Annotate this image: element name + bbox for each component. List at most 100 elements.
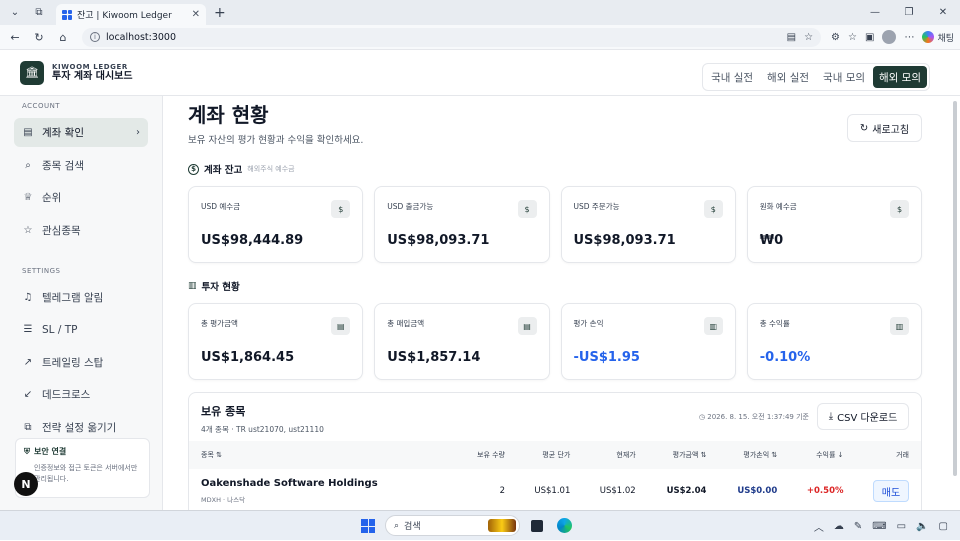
restore-icon[interactable]: ❐ [892,0,926,25]
copilot-button[interactable]: 채팅 [922,31,954,44]
edge-icon[interactable] [557,518,572,533]
card-value: US$98,093.71 [387,233,490,248]
taskbar-search-placeholder: 검색 [404,522,421,532]
holding-eval: US$2.04 [666,486,707,496]
investment-section-heading: ▥ 투자 현황 [188,279,922,293]
card-pnl: 평가 손익 ▥ -US$1.95 [560,303,736,380]
reload-icon[interactable]: ↻ [30,31,48,44]
col-action: 거래 [896,451,909,459]
extensions-icon[interactable]: ⚙ [831,32,840,43]
taskbar-search[interactable]: ⌕ 검색 [385,515,520,536]
sidebar-item-dead-cross[interactable]: ↙ 데드크로스 [14,380,148,409]
tab-title: 잔고 | Kiwoom Ledger [77,11,172,21]
sidebar-item-telegram[interactable]: ♫ 텔레그램 알림 [14,283,148,312]
star-icon: ☆ [23,224,33,236]
workspaces-icon[interactable]: ⧉ [28,3,50,23]
sidebar: ACCOUNT ▤ 계좌 확인 › ⌕ 종목 검색 ♕ 순위 ☆ 관심종목 SE… [0,96,163,510]
security-desc-line-1: 인증정보와 접근 토큰은 서버에서만 [34,464,138,472]
dollar-icon: $ [517,200,537,218]
sidebar-item-sltp[interactable]: ☰ SL / TP [14,315,148,344]
col-avg: 평균 단가 [542,451,571,459]
sidebar-item-trailing-stop[interactable]: ↗ 트레일링 스탑 [14,348,148,377]
cloud-icon[interactable]: ☁ [834,521,844,532]
card-value: ₩0 [759,233,784,248]
chevron-up-icon[interactable]: ︿ [814,519,824,534]
sidebar-item-account[interactable]: ▤ 계좌 확인 › [14,118,148,147]
profile-avatar[interactable] [882,30,897,44]
holding-name: Oakenshade Software Holdings [201,478,378,489]
close-window-icon[interactable]: ✕ [926,0,960,25]
pen-icon[interactable]: ✎ [854,521,862,532]
keyboard-icon[interactable]: ⌨ [872,521,886,532]
chevron-right-icon: › [136,127,140,138]
favorites-icon[interactable]: ☆ [848,32,857,43]
windows-start-icon[interactable] [361,519,375,533]
col-pnl[interactable]: 평가손익 ⇅ [718,441,789,469]
sidebar-item-label: 종목 검색 [42,159,84,172]
system-tray: ︿ ☁ ✎ ⌨ ▭ 🔈 ▢ [814,511,948,541]
sliders-icon: ☰ [23,324,33,335]
card-usd-deposit: USD 예수금 $ US$98,444.89 [188,186,364,263]
card-usd-withdrawable: USD 출금가능 $ US$98,093.71 [374,186,550,263]
task-view-icon[interactable] [531,520,543,532]
account-heading: ACCOUNT [22,102,61,110]
sidebar-item-search[interactable]: ⌕ 종목 검색 [14,151,148,180]
settings-heading: SETTINGS [22,266,61,275]
mode-domestic-live[interactable]: 국내 실전 [705,66,759,88]
card-label: 총 수익률 [759,319,790,328]
wallet-icon: ▤ [331,317,351,335]
csv-download-button[interactable]: ⤓ CSV 다운로드 [817,403,909,430]
next-dev-badge[interactable]: N [14,472,38,496]
shield-check-icon: ⛨ [24,446,30,456]
holdings-table: 종목 ⇅ 보유 수량 평균 단가 현재가 평가금액 ⇅ 평가손익 ⇅ 수익률 ↓… [189,441,921,510]
back-icon[interactable]: ← [6,31,24,44]
holdings-timestamp: ◷ 2026. 8. 15. 오전 1:37:49 기준 [699,412,809,422]
col-rate[interactable]: 수익률 ↓ [789,441,855,469]
close-tab-icon[interactable]: ✕ [192,9,200,20]
balance-heading: 계좌 잔고 [204,165,243,176]
sidebar-item-watchlist[interactable]: ☆ 관심종목 [14,216,148,245]
card-value: US$1,864.45 [201,350,295,365]
dollar-icon: $ [331,200,351,218]
card-krw-deposit: 원화 예수금 $ ₩0 [746,186,922,263]
col-eval[interactable]: 평가금액 ⇅ [648,441,719,469]
display-icon[interactable]: ▭ [897,521,906,532]
collections-icon[interactable]: ▣ [865,32,874,43]
card-label: USD 예수금 [201,202,241,211]
site-info-icon[interactable]: i [90,32,100,42]
address-toolbar: ← ↻ ⌂ i localhost:3000 ▤ ☆ ⚙ ☆ ▣ ⋯ 채팅 [0,25,960,50]
sidebar-item-label: 데드크로스 [42,389,91,401]
browser-tab[interactable]: 잔고 | Kiwoom Ledger ✕ [56,4,206,25]
more-icon[interactable]: ⋯ [904,32,914,43]
url-bar[interactable]: i localhost:3000 ▤ ☆ [82,27,822,47]
timestamp-text: 2026. 8. 15. 오전 1:37:49 기준 [707,413,809,421]
card-label: USD 주문가능 [573,202,620,211]
holdings-panel: 보유 종목 4개 종목 · TR ust21070, ust21110 ◷ 20… [188,392,922,510]
favorite-star-icon[interactable]: ☆ [804,32,813,43]
scrollbar[interactable] [953,101,957,476]
mode-domestic-mock[interactable]: 국내 모의 [817,66,871,88]
card-label: USD 출금가능 [387,202,434,211]
refresh-button[interactable]: ↻ 새로고침 [847,114,922,142]
holding-ticker: MDXH · 나스닥 [201,496,246,504]
table-header-row: 종목 ⇅ 보유 수량 평균 단가 현재가 평가금액 ⇅ 평가손익 ⇅ 수익률 ↓… [189,441,921,469]
mode-overseas-mock[interactable]: 해외 모의 [873,66,927,88]
mode-overseas-live[interactable]: 해외 실전 [761,66,815,88]
notification-icon[interactable]: ▢ [939,521,948,532]
minimize-icon[interactable]: — [858,0,892,25]
sidebar-item-ranking[interactable]: ♕ 순위 [14,183,148,212]
bar-chart-icon: ▥ [703,317,723,335]
search-icon: ⌕ [394,520,400,531]
browser-tab-bar: ⌄ ⧉ 잔고 | Kiwoom Ledger ✕ + — ❐ ✕ [0,0,960,25]
card-value: US$98,444.89 [201,233,304,248]
mode-switcher: 국내 실전 해외 실전 국내 모의 해외 모의 [702,63,930,91]
reader-icon[interactable]: ▤ [787,32,796,43]
col-name[interactable]: 종목 ⇅ [189,441,462,469]
volume-icon[interactable]: 🔈 [916,521,928,532]
sidebar-item-label: 텔레그램 알림 [42,291,104,304]
tab-list-icon[interactable]: ⌄ [4,3,26,23]
home-icon[interactable]: ⌂ [54,31,72,44]
card-label: 원화 예수금 [759,202,797,211]
sell-button[interactable]: 매도 [873,480,909,502]
new-tab-icon[interactable]: + [214,5,226,21]
